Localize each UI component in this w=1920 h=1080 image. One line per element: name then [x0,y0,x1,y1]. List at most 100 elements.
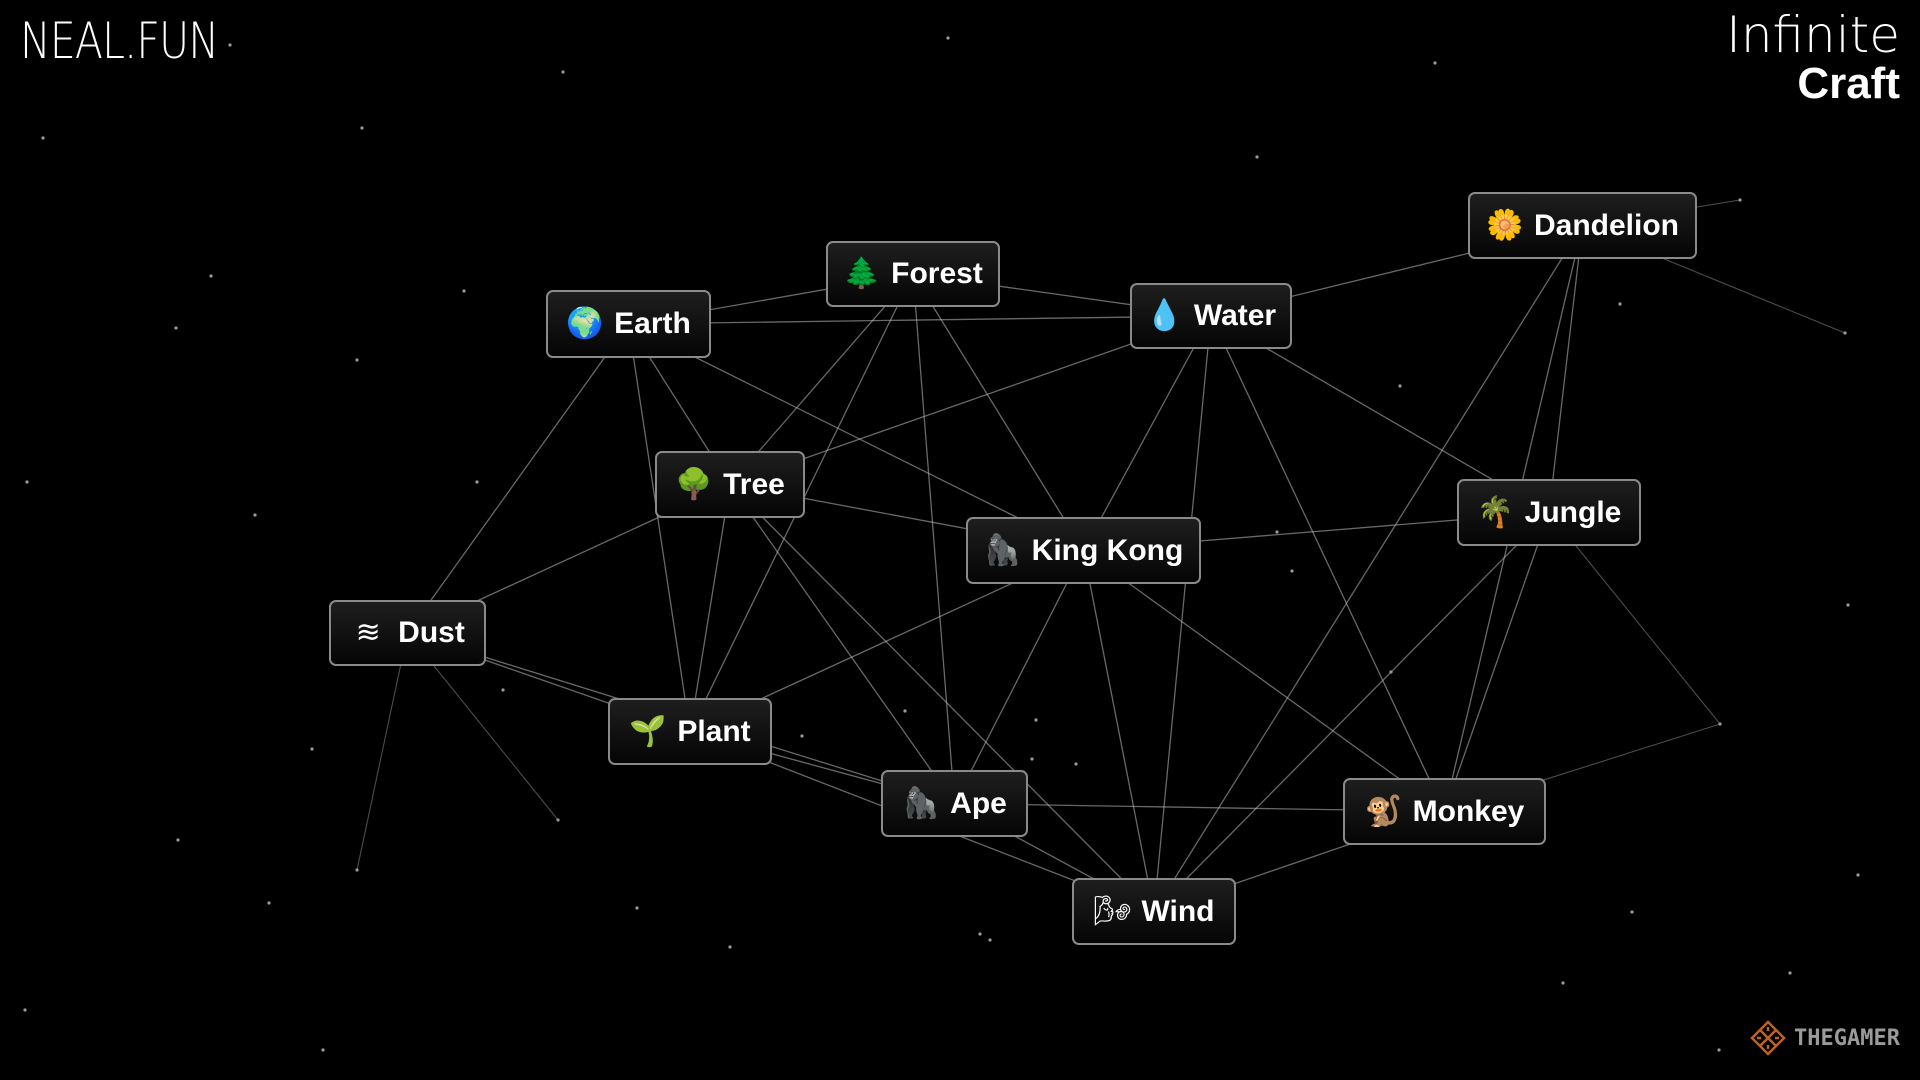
connection-line [356,632,409,871]
element-ape[interactable]: 🦍 Ape [881,770,1028,837]
element-water[interactable]: 💧 Water [1130,283,1292,349]
connection-line [1210,315,1446,812]
monkey-icon: 🐒 [1364,793,1402,829]
star-dot [1290,569,1294,573]
element-label: Wind [1141,894,1215,928]
star-dot [25,480,29,484]
star-dot [1630,910,1634,914]
connection-line [912,273,1085,551]
element-monkey[interactable]: 🐒 Monkey [1343,778,1546,845]
element-tree[interactable]: 🌳 Tree [655,451,805,518]
star-dot [1718,722,1722,726]
element-forest[interactable]: 🌲 Forest [826,241,1000,307]
watermark-text: THEGAMER [1794,1025,1900,1051]
star-dot [1561,981,1565,985]
star-dot [1275,530,1279,534]
wind-face-icon: 🌬 [1093,893,1132,929]
app-title-line2: Craft [1797,59,1900,108]
deciduous-tree-icon: 🌳 [675,466,713,502]
connection-line [689,484,731,732]
star-dot [253,513,257,517]
connection-line [1082,550,1155,912]
star-dot [310,747,314,751]
element-wind[interactable]: 🌬 Wind [1072,878,1236,945]
star-dot [1433,61,1437,65]
star-dot [209,274,213,278]
star-dot [1255,155,1259,159]
star-dot [988,938,992,942]
star-dot [1034,718,1038,722]
star-dot [321,1048,325,1052]
flower-icon: 🌼 [1485,207,1524,243]
gorilla-icon: 🦍 [902,785,940,821]
element-label: Earth [614,307,691,340]
star-dot [978,932,982,936]
star-dot [1846,603,1850,607]
star-dot [1618,302,1622,306]
star-dot [174,326,178,330]
crafting-canvas[interactable]: NEAL.FUN Infinite Craft 🌍 Earth 🌲 Forest 💧 Wa… [0,0,1920,1080]
connection-line [1083,549,1445,813]
star-dot [23,1008,27,1012]
star-dot [903,709,907,713]
element-label: Monkey [1412,794,1525,828]
star-dot [501,688,505,692]
element-dandelion[interactable]: 🌼 Dandelion [1468,192,1697,259]
connection-line [1548,225,1584,513]
star-dot [41,136,45,140]
star-dot [360,126,364,130]
star-dot [176,838,180,842]
star-dot [267,901,271,905]
element-label: King Kong [1031,533,1184,567]
connection-line [406,323,630,634]
star-dot [800,734,804,738]
app-title-line1: Infinite [1726,6,1900,64]
star-dot [1398,384,1402,388]
element-label: Tree [723,467,785,501]
dash-wind-waves-icon: ≋ [355,615,381,650]
element-label: Water [1193,299,1277,332]
element-earth[interactable]: 🌍 Earth [546,290,711,358]
star-dot [1788,971,1792,975]
star-dot [475,480,479,484]
star-dot [228,43,232,47]
star-dot [1738,198,1742,202]
connection-line [628,315,1212,325]
star-dot [1856,873,1860,877]
connection-line [912,273,956,804]
seedling-icon: 🌱 [629,713,667,749]
star-dot [355,358,359,362]
infinite-craft-logo: Infinite Craft [1726,10,1900,106]
connection-line [953,550,1085,804]
star-dot [635,906,639,910]
element-label: Plant [677,714,751,748]
star-dot [462,289,466,293]
star-dot [1030,757,1034,761]
star-dot [556,818,560,822]
gorilla-icon: 🦍 [983,532,1022,568]
connection-line [627,323,691,732]
element-plant[interactable]: 🌱 Plant [608,698,772,765]
element-kingkong[interactable]: 🦍 King Kong [966,517,1201,584]
element-label: Ape [950,786,1007,820]
water-droplet-icon: 💧 [1145,298,1184,333]
connection-line [1153,512,1550,912]
neal-fun-logo[interactable]: NEAL.FUN [20,12,219,70]
element-dust[interactable]: ≋ Dust [329,600,486,666]
element-label: Dust [398,616,465,649]
star-dot [561,70,565,74]
star-dot [946,36,950,40]
star-dot [1843,331,1847,335]
connection-line [1443,512,1550,812]
earth-globe-icon: 🌍 [566,306,604,341]
element-label: Dandelion [1533,208,1679,242]
star-dot [1074,762,1078,766]
star-dot [1717,1048,1721,1052]
element-label: Jungle [1524,495,1622,529]
palm-tree-icon: 🌴 [1476,494,1515,530]
element-label: Forest [891,257,983,290]
thegamer-logo-icon [1750,1020,1786,1056]
star-dot [728,945,732,949]
thegamer-watermark: THEGAMER [1748,1018,1900,1058]
element-jungle[interactable]: 🌴 Jungle [1457,479,1641,546]
